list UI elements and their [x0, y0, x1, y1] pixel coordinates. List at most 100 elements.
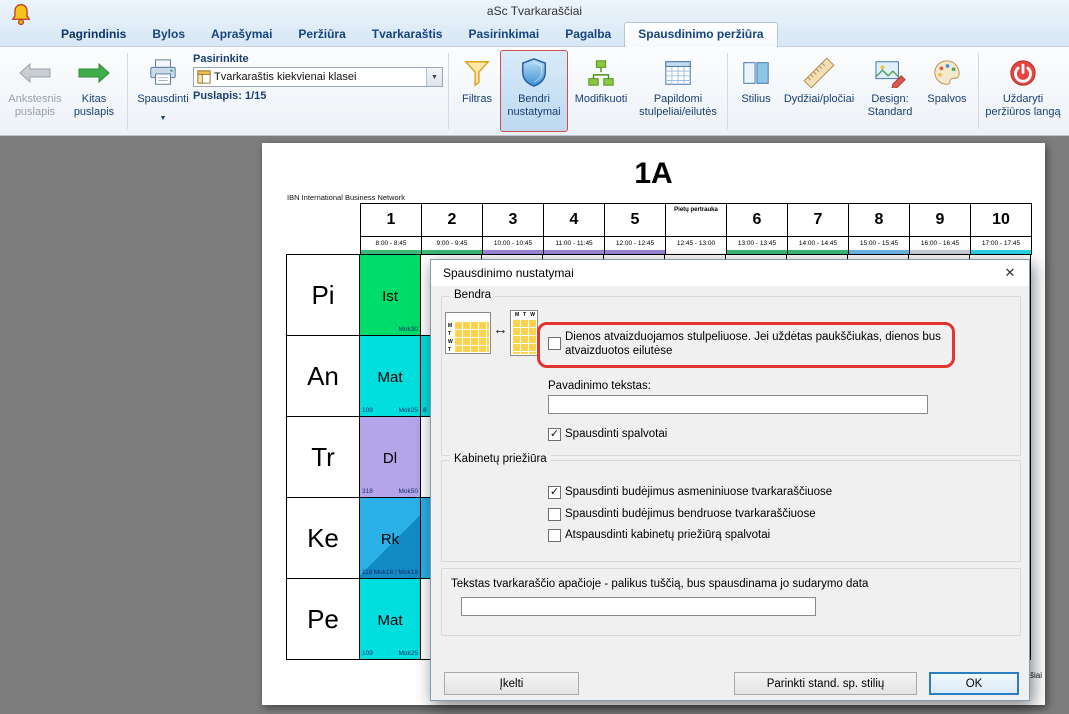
duties-shared-checkbox[interactable]: [548, 508, 561, 521]
title-text-input[interactable]: [548, 395, 928, 414]
style-label: Stilius: [741, 93, 770, 106]
funnel-icon: [462, 55, 492, 91]
lesson-subject: Rk: [360, 531, 420, 548]
day-label-cell: Pi: [286, 254, 360, 336]
supervision-color-checkbox[interactable]: [548, 529, 561, 542]
period-header-cell: 9: [909, 203, 971, 237]
time-header-cell: 8:00 - 8:45: [360, 236, 422, 255]
tab-pagrindinis[interactable]: Pagrindinis: [48, 23, 139, 46]
duties-personal-checkbox[interactable]: [548, 486, 561, 499]
tab-bylos[interactable]: Bylos: [139, 23, 198, 46]
lesson-teacher: Mok25: [398, 407, 418, 414]
time-header-cell: 15:00 - 15:45: [848, 236, 910, 255]
period-header-cell: 10: [970, 203, 1032, 237]
time-header-cell: 17:00 - 17:45: [970, 236, 1032, 255]
tab-pagalba[interactable]: Pagalba: [552, 23, 624, 46]
style-button[interactable]: Stilius: [733, 50, 779, 132]
next-page-button[interactable]: Kitas puslapis: [66, 50, 122, 132]
lesson-teacher: Mok50: [398, 488, 418, 495]
ruler-icon: [803, 55, 835, 91]
tab-aprasymai[interactable]: Aprašymai: [198, 23, 285, 46]
time-header-cell: 13:00 - 13:45: [726, 236, 788, 255]
shield-icon: [519, 55, 549, 91]
lesson-subject: Ist: [360, 288, 420, 305]
annotation-box: [537, 322, 955, 368]
window-title: aSc Tvarkaraščiai: [487, 4, 582, 18]
lesson-teacher: Mok18 / Mok19: [374, 569, 418, 576]
time-header-cell: 10:00 - 10:45: [482, 236, 544, 255]
lunch-header-cell: Pietų pertrauka: [665, 203, 727, 237]
mini-grid: [454, 321, 489, 352]
ribbon: Ankstesnis puslapis Kitas puslapis Spaus…: [0, 46, 1069, 136]
print-dropdown-icon[interactable]: [160, 107, 167, 125]
ribbon-separator: [727, 53, 728, 129]
time-header-cell: 11:00 - 11:45: [543, 236, 605, 255]
select-label: Pasirinkite: [193, 53, 443, 65]
tab-spausdinimo-perziura[interactable]: Spausdinimo peržiūra: [624, 22, 777, 47]
modify-button[interactable]: Modifikuoti: [568, 50, 634, 132]
close-preview-button[interactable]: Uždaryti peržiūros langą: [984, 50, 1062, 132]
design-button[interactable]: Design: Standard: [859, 50, 921, 132]
day-label-cell: Tr: [286, 416, 360, 498]
duties-shared-label: Spausdinti budėjimus bendruose tvarkaraš…: [565, 507, 816, 521]
time-header-cell: 14:00 - 14:45: [787, 236, 849, 255]
load-button[interactable]: Įkelti: [444, 672, 579, 695]
lesson-cell[interactable]: Rk118Mok18 / Mok19: [359, 497, 421, 579]
watermark-text: IBN International Business Network: [287, 193, 405, 202]
colors-label: Spalvos: [927, 93, 966, 106]
combo-dropdown-button[interactable]: [426, 68, 442, 86]
general-settings-button[interactable]: Bendri nustatymai: [500, 50, 568, 132]
lesson-room: 109: [362, 650, 373, 657]
lesson-subject: Dl: [360, 450, 420, 467]
colors-button[interactable]: Spalvos: [921, 50, 973, 132]
lesson-teacher: Mok30: [398, 326, 418, 333]
dialog-titlebar[interactable]: Spausdinimo nustatymai ✕: [431, 260, 1029, 286]
class-title: 1A: [262, 157, 1045, 191]
filter-button[interactable]: Filtras: [454, 50, 500, 132]
menubar: Pagrindinis Bylos Aprašymai Peržiūra Tva…: [48, 22, 778, 46]
printer-icon: [147, 55, 179, 91]
print-in-color-label: Spausdinti spalvotai: [565, 427, 667, 441]
tab-tvarkarastis[interactable]: Tvarkaraštis: [359, 23, 456, 46]
lesson-cell[interactable]: Ist Mok30: [359, 254, 421, 336]
footer-text-input[interactable]: [461, 597, 816, 616]
ok-button[interactable]: OK: [929, 672, 1019, 695]
period-header-cell: 5: [604, 203, 666, 237]
print-button[interactable]: Spausdinti: [133, 50, 193, 132]
lesson-subject: Mat: [360, 612, 420, 629]
time-header-cell: 12:45 - 13:00: [665, 236, 727, 255]
days-in-columns-icon: MTW: [510, 310, 538, 356]
title-text-label: Pavadinimo tekstas:: [548, 380, 651, 392]
print-settings-dialog: Spausdinimo nustatymai ✕ Bendra M T W T …: [430, 259, 1030, 701]
page-footer-text: šiai: [1030, 671, 1042, 680]
ribbon-separator: [978, 53, 979, 129]
footer-text-label: Tekstas tvarkaraščio apačioje - palikus …: [451, 578, 868, 590]
arrow-right-icon: [77, 55, 111, 91]
day-label-cell: Pe: [286, 578, 360, 660]
timetable-select[interactable]: Tvarkaraštis kiekvienai klasei: [193, 67, 443, 87]
lesson-cell[interactable]: Mat109Mok25: [359, 335, 421, 417]
lesson-teacher: Mok25: [398, 650, 418, 657]
filter-label: Filtras: [462, 93, 492, 106]
lesson-cell[interactable]: Mat 109 Mok25: [359, 578, 421, 660]
tab-pasirinkimai[interactable]: Pasirinkimai: [455, 23, 552, 46]
pick-standard-style-button[interactable]: Parinkti stand. sp. stilių: [734, 672, 917, 695]
period-header-cell: 8: [848, 203, 910, 237]
day-label-cell: An: [286, 335, 360, 417]
design-label: Design: Standard: [860, 93, 920, 119]
dialog-close-button[interactable]: ✕: [999, 264, 1021, 282]
picture-pencil-icon: [874, 55, 906, 91]
lesson-cell[interactable]: Dl318Mok50: [359, 416, 421, 498]
day-label-cell: Ke: [286, 497, 360, 579]
period-header-cell: 2: [421, 203, 483, 237]
tab-perziura[interactable]: Peržiūra: [285, 23, 358, 46]
previous-page-button[interactable]: Ankstesnis puslapis: [4, 50, 66, 132]
page-info: Puslapis: 1/15: [193, 90, 443, 102]
print-in-color-checkbox[interactable]: [548, 428, 561, 441]
previous-page-label: Ankstesnis puslapis: [5, 93, 65, 119]
extra-columns-label: Papildomi stulpeliai/eilutės: [635, 93, 721, 119]
sizes-button[interactable]: Dydžiai/pločiai: [779, 50, 859, 132]
app-bell-icon: [8, 2, 34, 28]
time-header-cell: 16:00 - 16:45: [909, 236, 971, 255]
extra-columns-button[interactable]: Papildomi stulpeliai/eilutės: [634, 50, 722, 132]
